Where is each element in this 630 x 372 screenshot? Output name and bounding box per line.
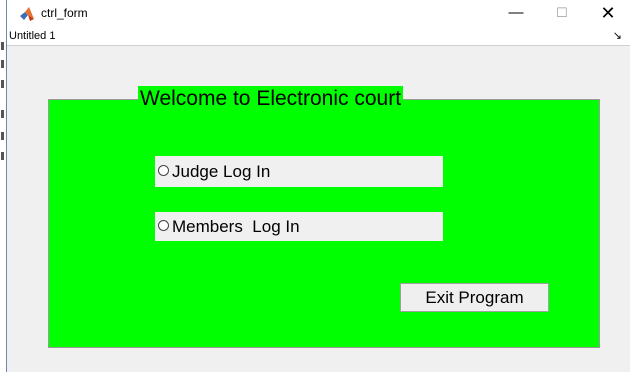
judge-login-radio[interactable]: Judge Log In bbox=[155, 156, 443, 187]
title-bar[interactable]: ctrl_form — ☐ ✕ bbox=[7, 0, 630, 28]
matlab-icon bbox=[19, 6, 35, 22]
app-window: ctrl_form — ☐ ✕ Untitled 1 ↘ Welcome to … bbox=[6, 0, 630, 372]
radio-circle-icon[interactable] bbox=[158, 165, 169, 177]
figure-tab-bar: Untitled 1 ↘ bbox=[7, 28, 630, 46]
window-title: ctrl_form bbox=[41, 6, 88, 20]
exit-program-button[interactable]: Exit Program bbox=[400, 283, 549, 312]
close-button[interactable]: ✕ bbox=[585, 0, 630, 28]
background-text-fragment bbox=[1, 60, 4, 68]
maximize-button[interactable]: ☐ bbox=[539, 0, 585, 28]
figure-name: Untitled 1 bbox=[9, 30, 56, 42]
members-login-radio[interactable]: Members Log In bbox=[155, 212, 443, 241]
minimize-button[interactable]: — bbox=[493, 0, 539, 28]
background-text-fragment bbox=[1, 132, 4, 140]
background-text-fragment bbox=[1, 80, 4, 88]
background-text-fragment bbox=[1, 152, 4, 160]
background-text-fragment bbox=[1, 110, 4, 118]
radio-circle-icon[interactable] bbox=[158, 220, 169, 232]
panel-title: Welcome to Electronic court bbox=[138, 86, 404, 112]
members-login-label: Members Log In bbox=[172, 217, 300, 236]
judge-login-label: Judge Log In bbox=[172, 162, 271, 181]
background-text-fragment bbox=[1, 42, 4, 50]
dock-arrow-icon[interactable]: ↘ bbox=[613, 29, 622, 42]
